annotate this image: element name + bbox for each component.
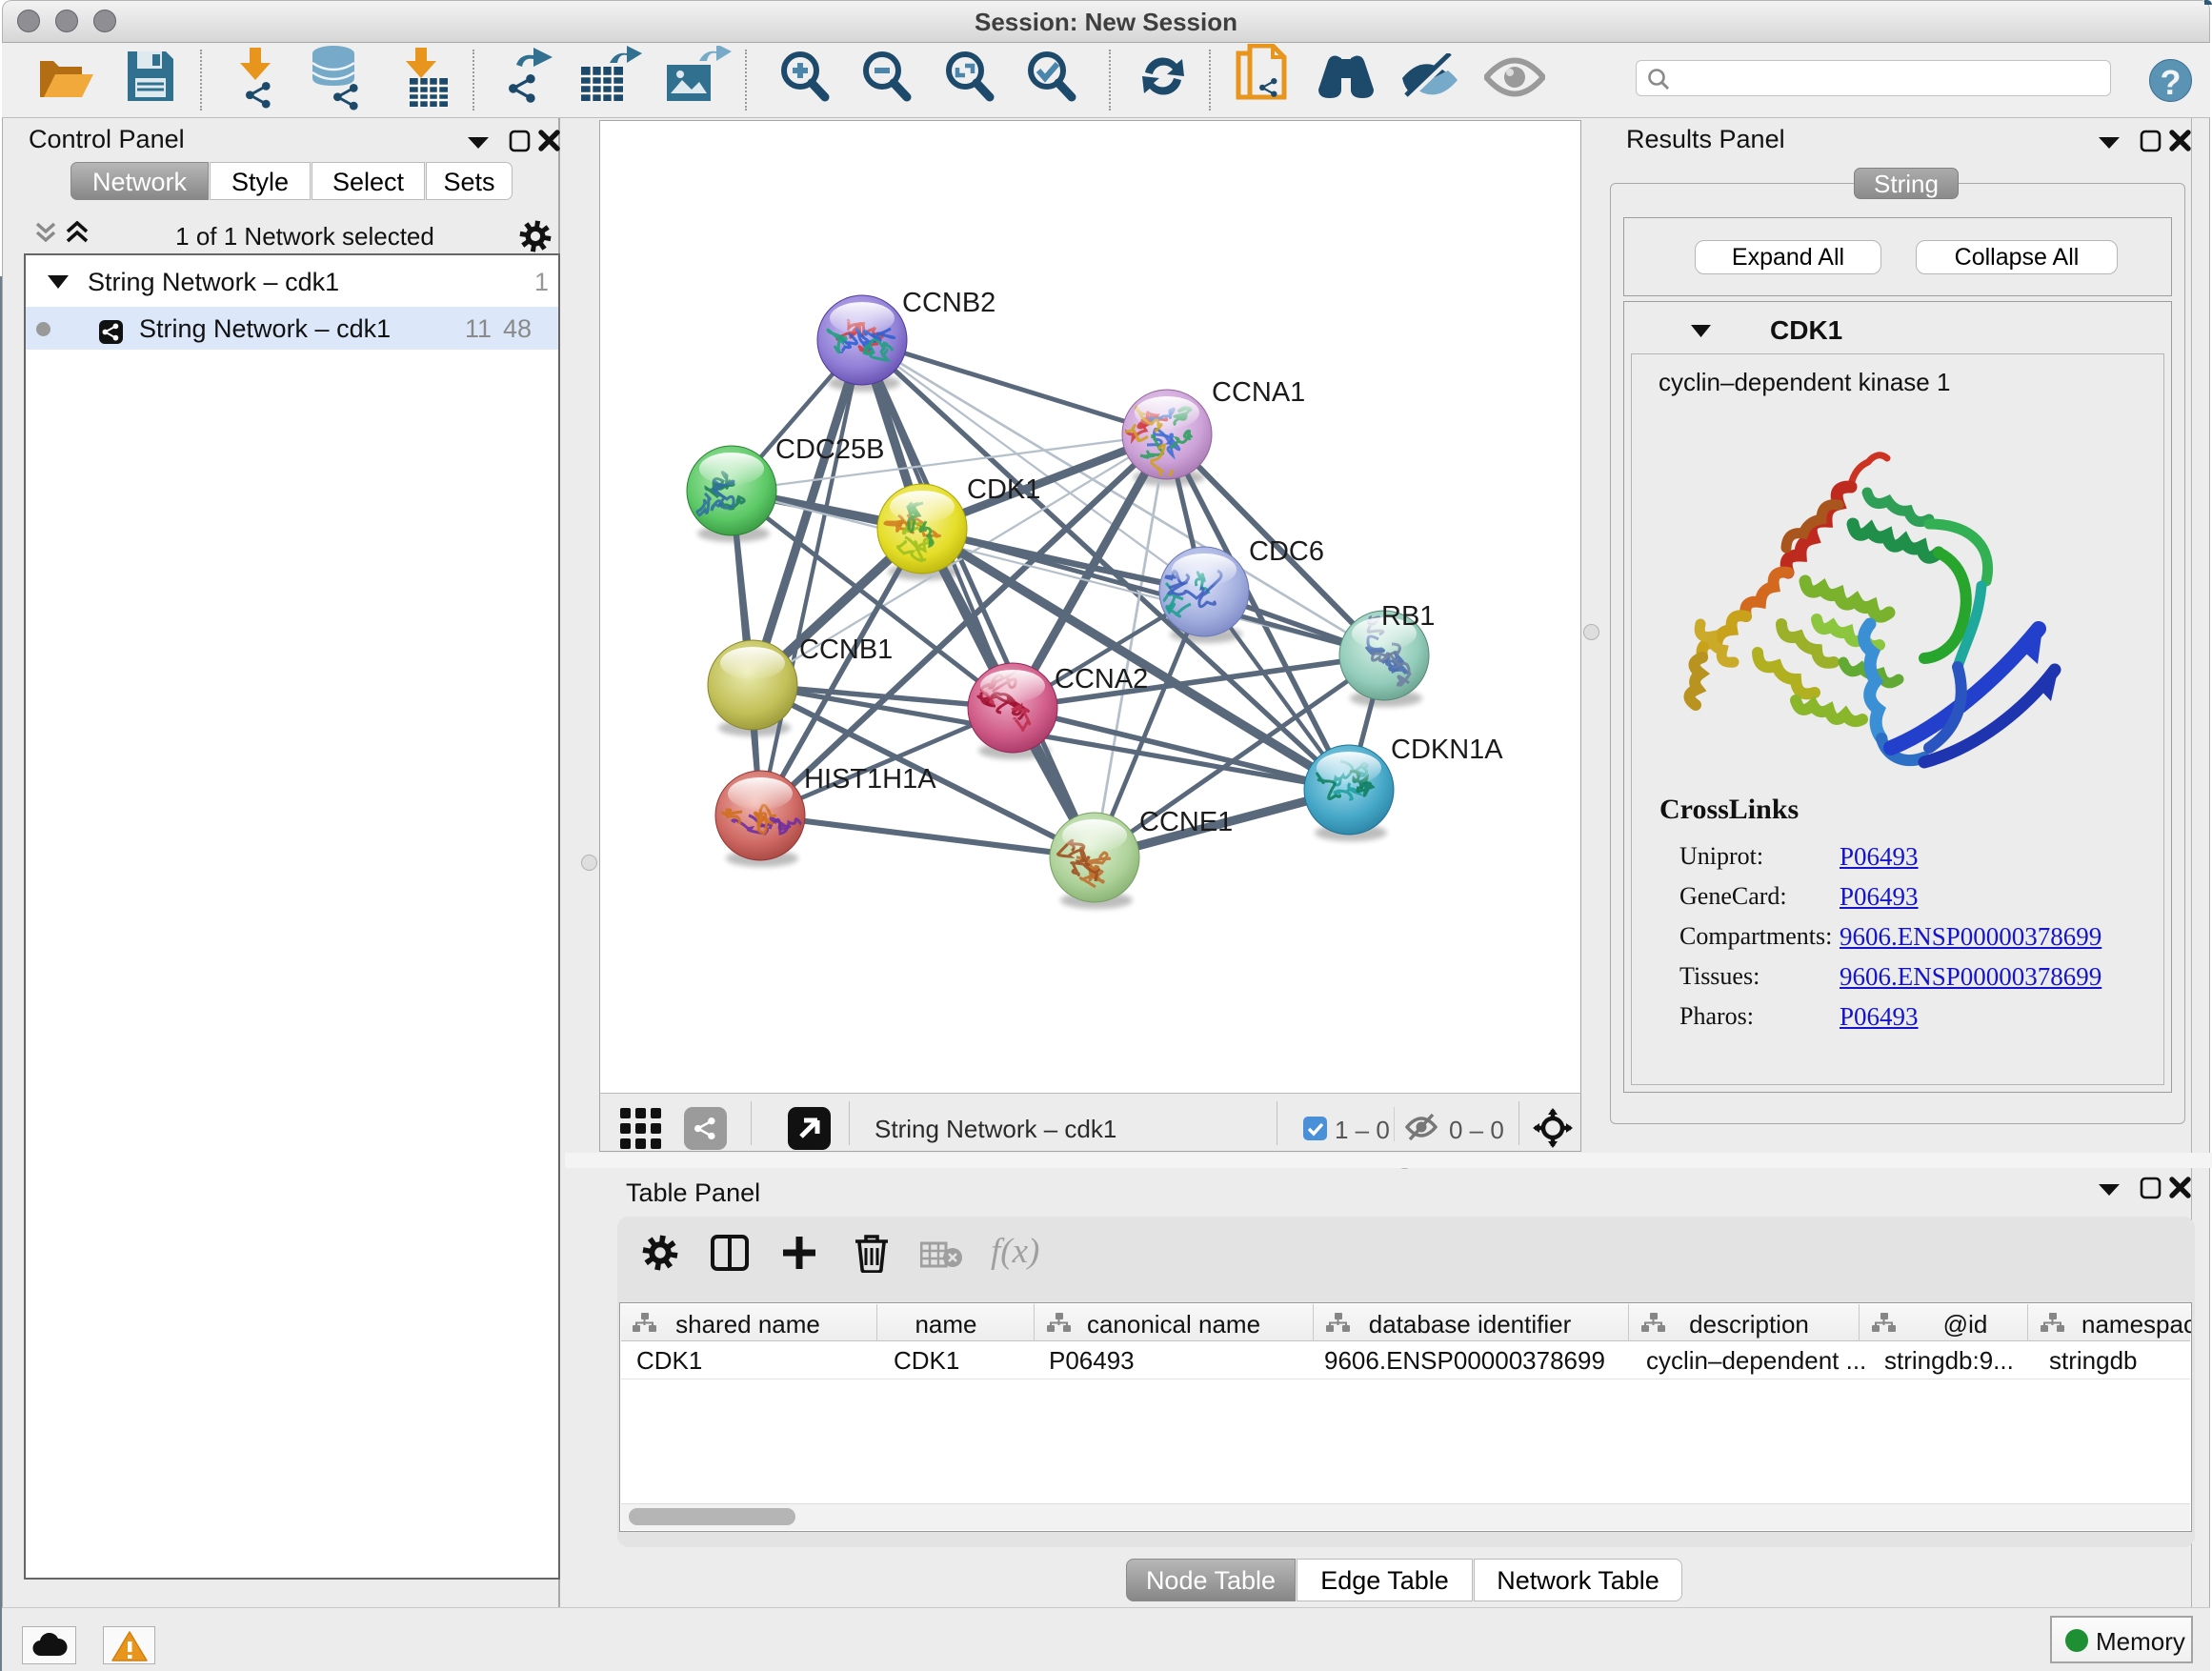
svg-text:CDKN1A: CDKN1A (1391, 735, 1503, 765)
svg-text:CCNE1: CCNE1 (1139, 807, 1233, 837)
svg-text:CDC25B: CDC25B (775, 434, 884, 465)
svg-text:CDK1: CDK1 (967, 474, 1040, 505)
svg-text:CDC6: CDC6 (1249, 536, 1324, 567)
svg-text:HIST1H1A: HIST1H1A (804, 764, 936, 795)
svg-text:CCNA2: CCNA2 (1055, 664, 1148, 695)
svg-text:RB1: RB1 (1381, 601, 1435, 632)
svg-text:CCNA1: CCNA1 (1212, 377, 1305, 408)
svg-text:CCNB1: CCNB1 (799, 634, 893, 665)
svg-text:CCNB2: CCNB2 (902, 288, 995, 318)
